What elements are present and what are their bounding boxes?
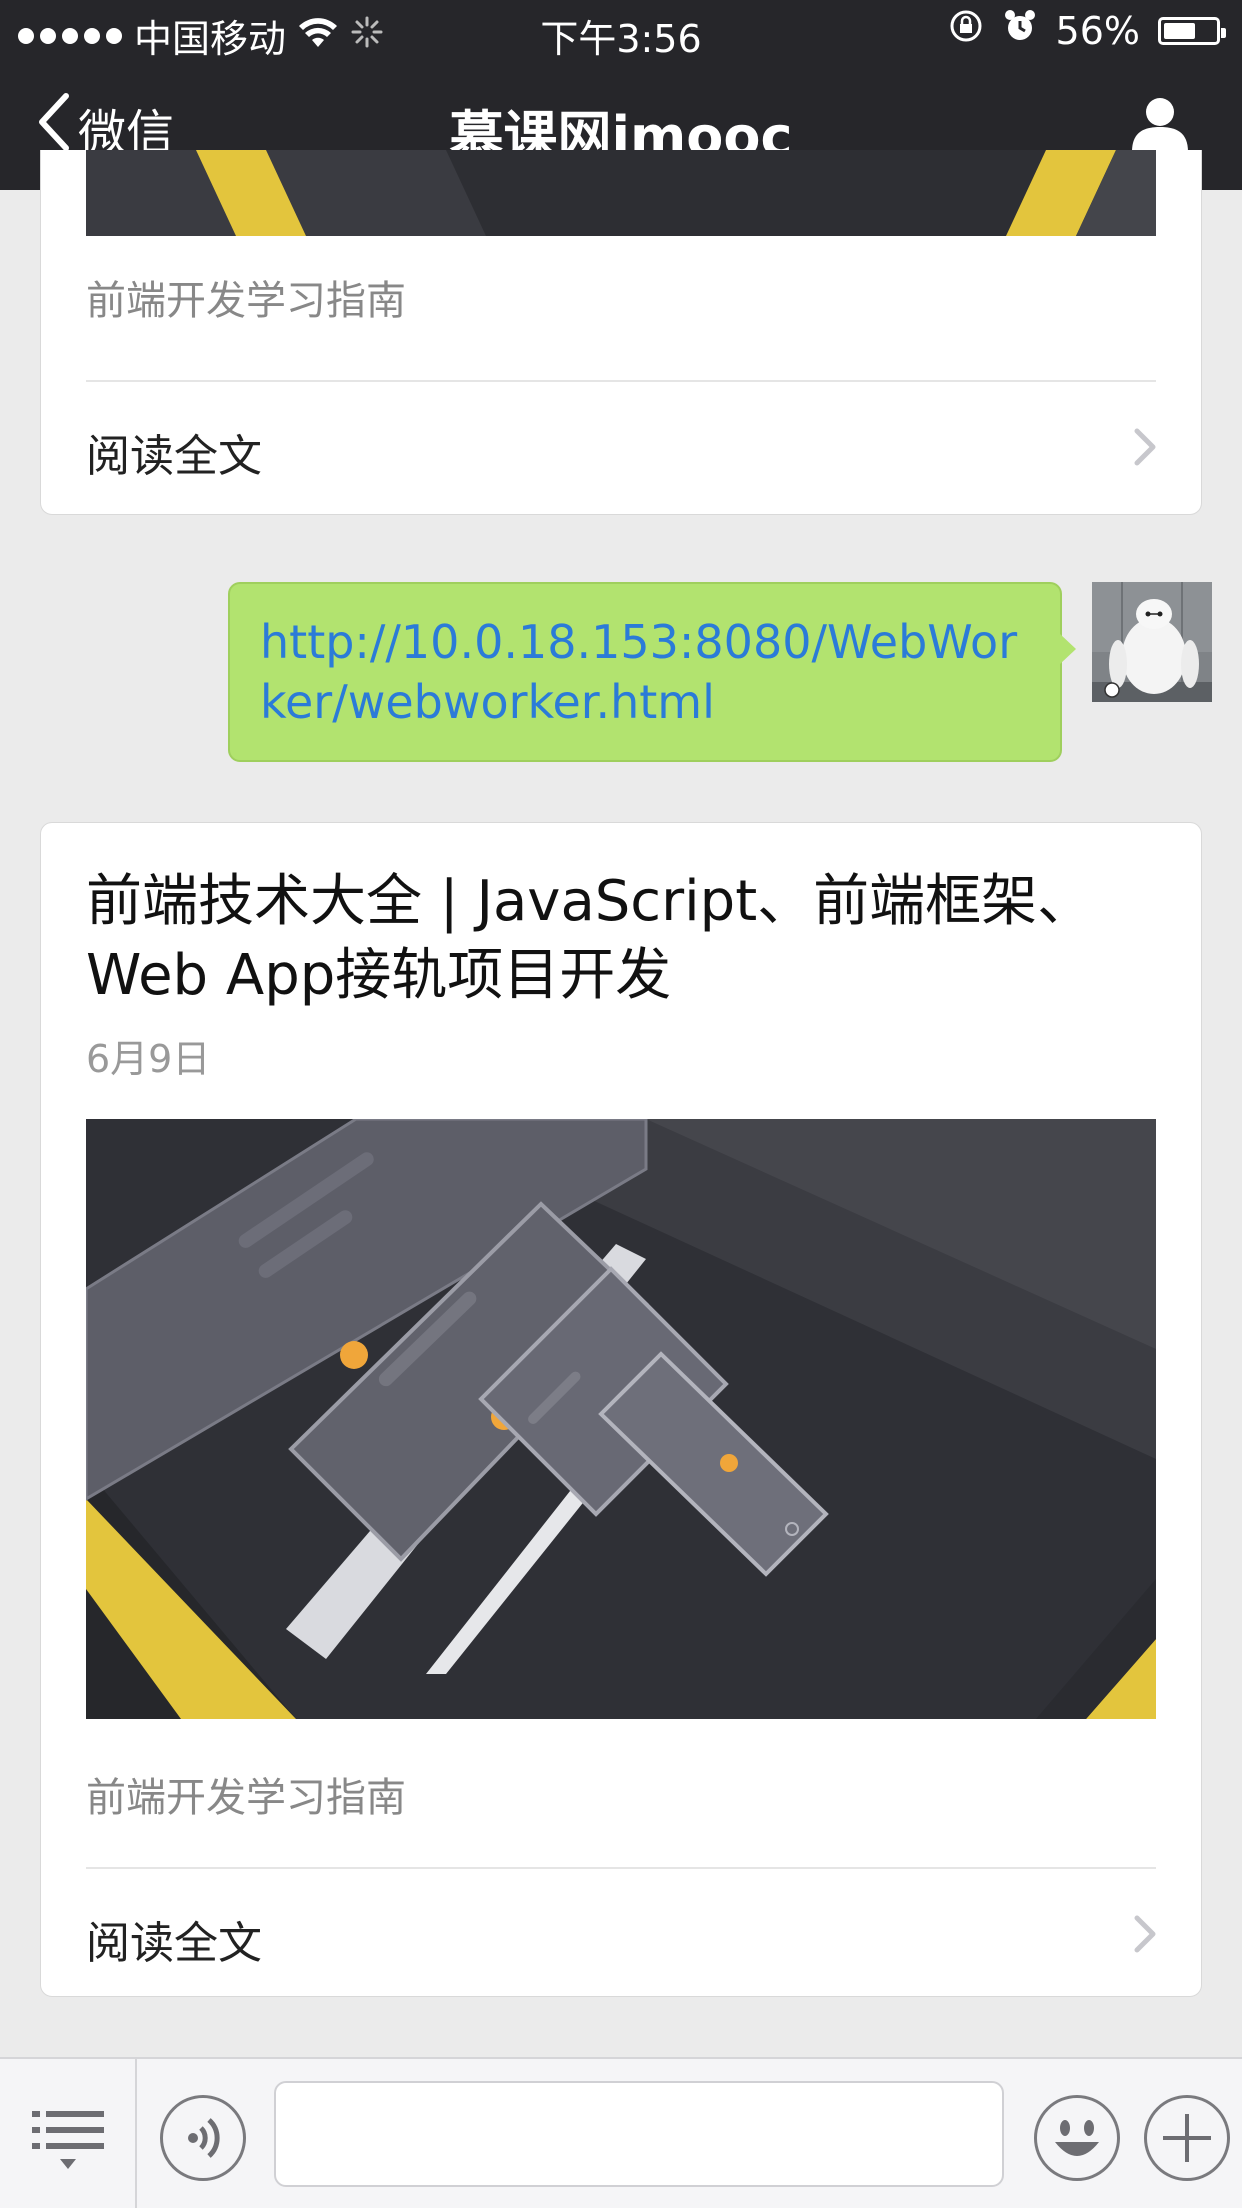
message-link[interactable]: http://10.0.18.153:8080/WebWorker/webwor… — [260, 612, 1030, 732]
article-card[interactable]: 前端开发学习指南 阅读全文 — [40, 150, 1202, 515]
voice-button[interactable] — [160, 2095, 246, 2181]
status-right: 56% — [948, 8, 1226, 53]
avatar[interactable] — [1092, 582, 1212, 702]
alarm-icon — [1002, 8, 1038, 53]
separator — [135, 2059, 137, 2208]
battery-icon — [1158, 16, 1226, 45]
menu-toggle-button[interactable] — [32, 2107, 108, 2177]
emoji-button[interactable] — [1034, 2095, 1120, 2181]
plus-icon — [1163, 2114, 1211, 2162]
article-date: 6月9日 — [86, 1037, 211, 1081]
article-card[interactable]: 前端技术大全 | JavaScript、前端框架、Web App接轨项目开发 6… — [40, 822, 1202, 1997]
status-bar: 中国移动 下午3:56 56% — [0, 0, 1242, 62]
message-input[interactable] — [274, 2081, 1004, 2187]
menu-list-icon — [32, 2111, 104, 2169]
article-image-strip — [86, 150, 1156, 236]
chat-screen: 中国移动 下午3:56 56% 微信 慕课网imooc 前端开发学习指南 阅读全… — [0, 0, 1242, 2208]
rotation-lock-icon — [948, 8, 984, 53]
person-icon — [1132, 98, 1188, 152]
emoji-icon — [1055, 2120, 1099, 2156]
bubble-tail — [1060, 634, 1076, 664]
article-description: 前端开发学习指南 — [86, 278, 406, 324]
input-bar — [0, 2057, 1242, 2208]
profile-button[interactable] — [1130, 94, 1190, 154]
battery-percent: 56% — [1055, 8, 1140, 53]
read-more-label: 阅读全文 — [86, 1918, 262, 1969]
chevron-right-icon — [1127, 1914, 1163, 1954]
article-title: 前端技术大全 | JavaScript、前端框架、Web App接轨项目开发 — [86, 869, 1094, 1008]
more-button[interactable] — [1144, 2095, 1230, 2181]
read-more-label: 阅读全文 — [86, 431, 262, 482]
message-bubble[interactable]: http://10.0.18.153:8080/WebWorker/webwor… — [228, 582, 1076, 762]
voice-icon — [188, 2118, 220, 2158]
article-description: 前端开发学习指南 — [86, 1775, 406, 1821]
read-more-row[interactable]: 阅读全文 — [41, 382, 1201, 512]
article-cover-image — [86, 1119, 1156, 1719]
chevron-right-icon — [1127, 427, 1163, 467]
read-more-row[interactable]: 阅读全文 — [41, 1869, 1201, 1996]
